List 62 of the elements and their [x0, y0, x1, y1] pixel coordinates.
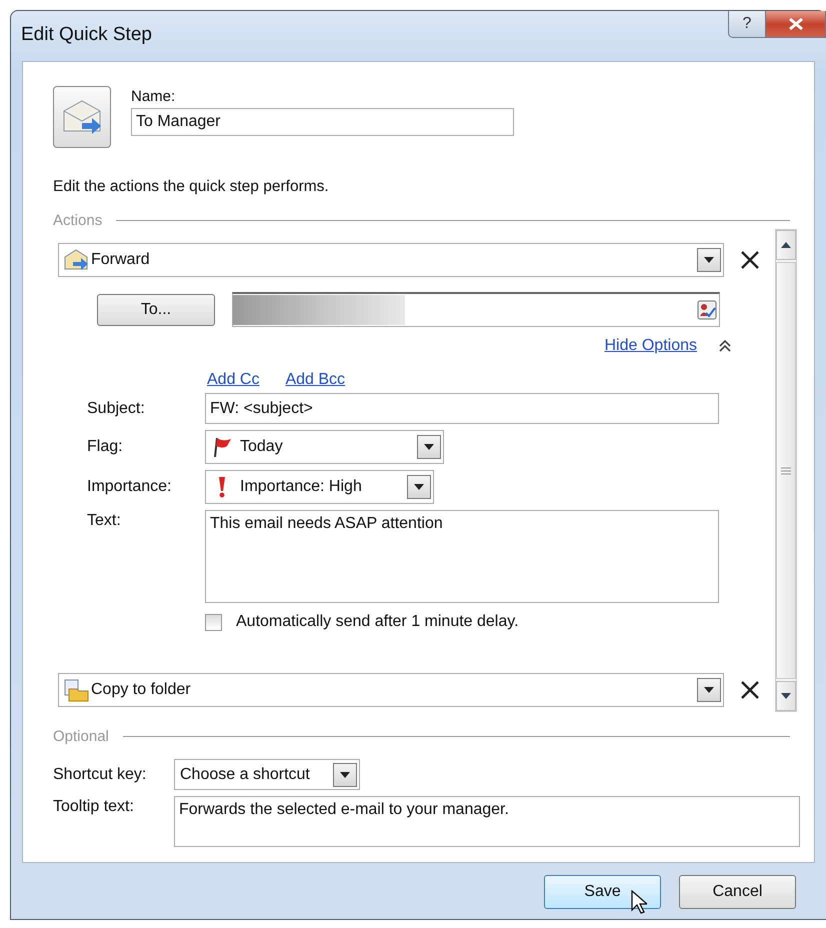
scroll-up-button[interactable] [776, 230, 796, 260]
action-dropdown[interactable]: Forward [58, 243, 724, 277]
tooltip-text-field[interactable]: Forwards the selected e-mail to your manager. [174, 796, 800, 847]
checkbox[interactable] [205, 614, 222, 630]
flag-icon [212, 436, 232, 458]
caret-icon [424, 444, 434, 450]
name-label: Name: [131, 88, 176, 105]
caret-icon [704, 257, 714, 263]
dialog-button[interactable]: Cancel [679, 875, 796, 909]
exclamation-icon [218, 476, 226, 498]
up-arrow-icon [781, 242, 791, 248]
name-field[interactable]: To Manager [131, 108, 514, 136]
add-link[interactable]: Add Bcc [285, 371, 346, 389]
action-dropdown[interactable]: Copy to folder [58, 673, 724, 707]
field-label: Text: [87, 511, 122, 530]
shortcut-dropdown[interactable]: Choose a shortcut [174, 759, 360, 790]
dropdown-button[interactable] [697, 678, 721, 702]
importance-dropdown[interactable]: Importance: High [205, 470, 434, 504]
field-label: Importance: [87, 478, 172, 496]
window-title: Edit Quick Step [21, 24, 152, 46]
checkbox-label: Automatically send after 1 minute delay. [236, 613, 519, 631]
recipient-field[interactable] [232, 292, 720, 327]
close-button[interactable] [766, 11, 826, 38]
down-arrow-icon [781, 693, 791, 699]
field-label: Flag: [87, 438, 124, 456]
mouse-pointer-icon [631, 890, 647, 914]
dropdown-button[interactable] [407, 475, 431, 499]
instruction-text: Edit the actions the quick step performs. [53, 178, 330, 196]
scrollbar[interactable] [775, 229, 797, 712]
caret-icon [704, 687, 714, 693]
hide-options-link[interactable]: Hide Options [604, 337, 697, 355]
delete-button[interactable] [740, 250, 760, 270]
grip-icon [781, 466, 791, 474]
message-text-area[interactable]: This email needs ASAP attention [205, 510, 719, 603]
dropdown-button[interactable] [333, 762, 357, 786]
dropdown-button[interactable] [697, 248, 721, 272]
subject-field[interactable]: FW: <subject> [205, 393, 719, 424]
dropdown-button[interactable] [417, 435, 441, 459]
caret-icon [414, 484, 424, 490]
address-book-button[interactable] [697, 300, 717, 320]
to-button[interactable]: To... [97, 294, 215, 326]
section-label: Optional [53, 728, 109, 745]
delete-button[interactable] [740, 680, 760, 700]
help-button[interactable]: ? [728, 11, 766, 38]
close-icon [740, 680, 760, 700]
folder-icon [63, 678, 89, 702]
caret-icon [340, 772, 350, 778]
envelope-arrow-icon [63, 248, 89, 272]
scroll-down-button[interactable] [776, 681, 796, 711]
icon-button[interactable] [53, 86, 111, 148]
double-chevron-icon [719, 340, 731, 352]
scroll-thumb[interactable] [776, 262, 796, 679]
address-book-icon [697, 300, 717, 320]
flag-dropdown[interactable]: Today [205, 430, 444, 464]
close-icon [740, 250, 760, 270]
envelope-arrow-icon [62, 99, 102, 135]
close-icon [788, 18, 802, 30]
field-label: Shortcut key: [53, 766, 148, 784]
field-label: Tooltip text: [53, 797, 135, 816]
section-label: Actions [53, 212, 102, 229]
field-label: Subject: [87, 400, 146, 418]
add-link[interactable]: Add Cc [207, 371, 260, 389]
